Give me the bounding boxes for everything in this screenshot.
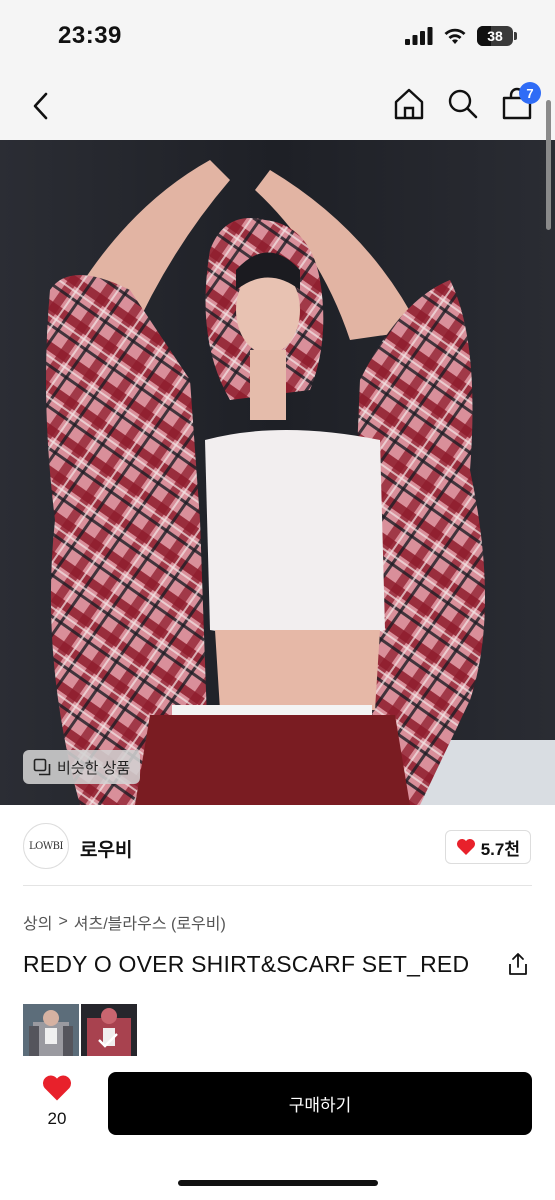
product-title: REDY O OVER SHIRT&SCARF SET_RED bbox=[23, 951, 470, 977]
seller-like-button[interactable]: 5.7천 bbox=[444, 830, 531, 864]
scrollbar[interactable] bbox=[546, 100, 551, 230]
home-indicator[interactable] bbox=[178, 1180, 378, 1186]
battery-group: 38 bbox=[477, 26, 517, 46]
thumbnail-2[interactable] bbox=[81, 1004, 137, 1056]
seller-name[interactable]: 로우비 bbox=[80, 835, 132, 862]
seller-row: LOWBI 로우비 5.7천 bbox=[0, 805, 555, 887]
divider bbox=[23, 885, 532, 886]
heart-filled-icon bbox=[43, 1075, 71, 1101]
similar-products-label: 비슷한 상품 bbox=[57, 759, 131, 777]
battery-level: 38 bbox=[487, 28, 503, 44]
heart-icon bbox=[456, 839, 475, 855]
wifi-icon bbox=[444, 28, 466, 44]
back-icon[interactable] bbox=[26, 88, 56, 124]
thumbnail-strip bbox=[23, 1004, 137, 1056]
nav-actions: 7 bbox=[393, 82, 541, 122]
signal-icon bbox=[405, 27, 433, 45]
similar-products-button[interactable]: 비슷한 상품 bbox=[23, 750, 141, 784]
product-image[interactable]: 비슷한 상품 bbox=[0, 140, 555, 805]
battery-icon: 38 bbox=[477, 26, 513, 46]
breadcrumb-subcategory[interactable]: 셔츠/블라우스 (로우비) bbox=[74, 910, 226, 934]
cart-button[interactable]: 7 bbox=[501, 82, 541, 122]
breadcrumb-category[interactable]: 상의 bbox=[23, 910, 52, 934]
status-bar: 23:39 38 bbox=[0, 0, 555, 72]
wishlist-button[interactable]: 20 bbox=[36, 1074, 78, 1129]
status-icons: 38 bbox=[405, 26, 517, 46]
seller-like-count: 5.7천 bbox=[480, 839, 520, 859]
home-icon[interactable] bbox=[393, 86, 425, 122]
copy-icon bbox=[33, 758, 51, 776]
top-nav: 7 bbox=[0, 72, 555, 140]
search-icon[interactable] bbox=[447, 86, 479, 122]
seller-logo[interactable]: LOWBI bbox=[23, 823, 69, 869]
share-icon[interactable] bbox=[507, 952, 529, 976]
product-photo bbox=[0, 140, 555, 805]
bottom-action-bar: 20 구매하기 bbox=[0, 1056, 555, 1200]
breadcrumb: 상의 > 셔츠/블라우스 (로우비) bbox=[23, 910, 226, 934]
cart-badge: 7 bbox=[519, 82, 541, 104]
status-time: 23:39 bbox=[58, 22, 122, 49]
breadcrumb-separator: > bbox=[58, 913, 68, 930]
thumbnail-1[interactable] bbox=[23, 1004, 79, 1056]
wishlist-count: 20 bbox=[47, 1109, 67, 1128]
buy-button[interactable]: 구매하기 bbox=[108, 1072, 532, 1135]
